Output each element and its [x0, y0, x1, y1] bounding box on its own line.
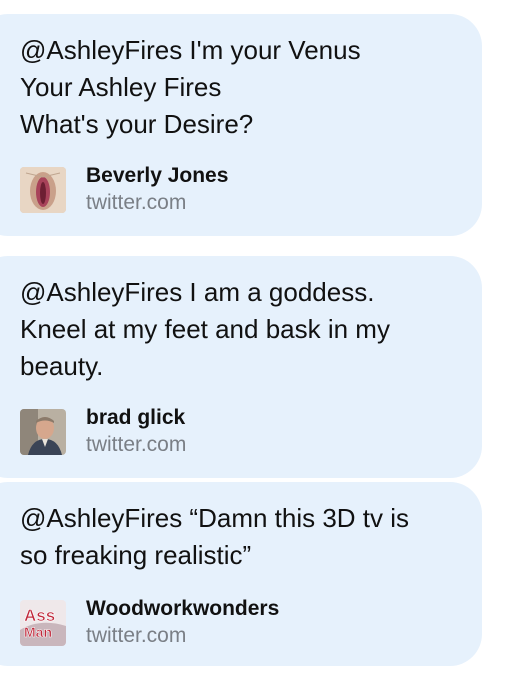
link-author: brad glick — [86, 406, 186, 429]
message-bubble-2[interactable]: @AshleyFires I am a goddess. Kneel at my… — [0, 256, 482, 478]
svg-text:Ass: Ass — [24, 606, 55, 625]
message-feed: @AshleyFires I'm your Venus Your Ashley … — [0, 0, 532, 680]
link-author: Beverly Jones — [86, 164, 229, 187]
link-domain: twitter.com — [86, 433, 187, 456]
ass-man-logo-icon: Ass Man — [20, 600, 66, 646]
message-bubble-1[interactable]: @AshleyFires I'm your Venus Your Ashley … — [0, 14, 482, 236]
message-bubble-3[interactable]: @AshleyFires “Damn this 3D tv is so frea… — [0, 482, 482, 666]
link-preview[interactable]: Beverly Jones twitter.com — [20, 163, 482, 217]
profile-thumbnail-icon — [20, 167, 66, 213]
link-preview[interactable]: Ass Man Woodworkwonders twitter.com — [20, 596, 482, 650]
message-text: @AshleyFires I'm your Venus Your Ashley … — [20, 35, 361, 139]
link-domain: twitter.com — [86, 191, 187, 214]
message-text: @AshleyFires “Damn this 3D tv is so frea… — [20, 503, 410, 570]
avatar-photo-icon — [20, 409, 66, 455]
svg-text:Man: Man — [24, 624, 52, 640]
link-author: Woodworkwonders — [86, 597, 280, 620]
link-preview[interactable]: brad glick twitter.com — [20, 405, 482, 459]
message-text: @AshleyFires I am a goddess. Kneel at my… — [20, 277, 390, 381]
link-domain: twitter.com — [86, 624, 187, 647]
